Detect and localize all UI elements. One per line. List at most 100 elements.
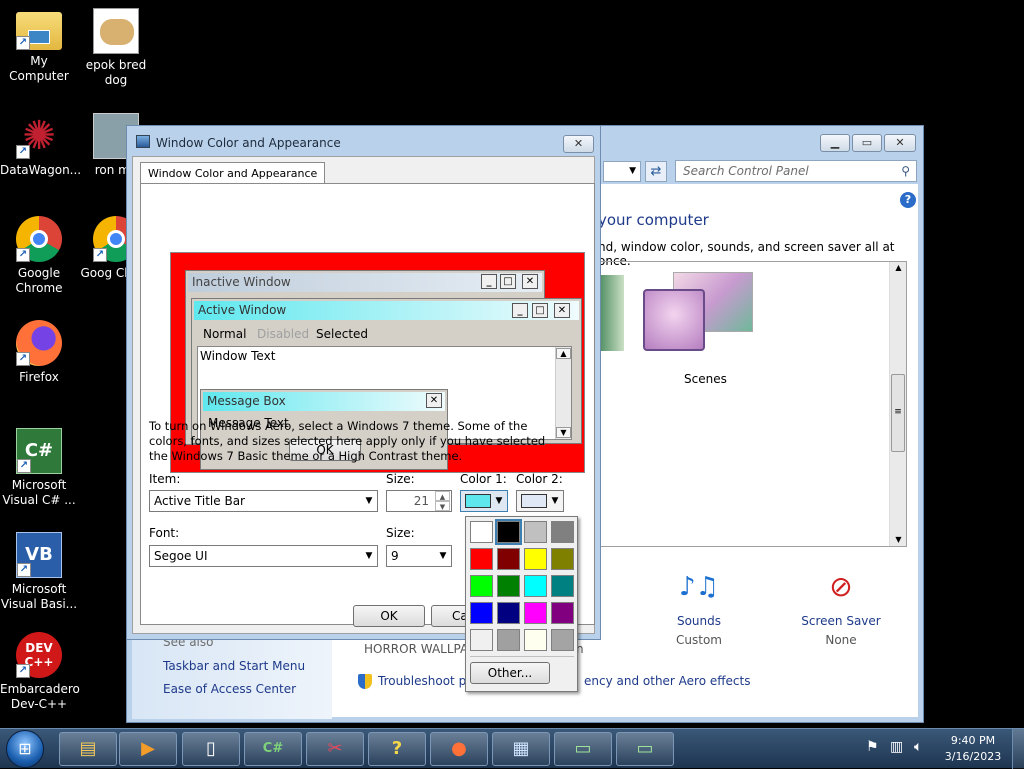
themes-list[interactable]: Scenes ▲ ≡ ▼ xyxy=(598,261,907,547)
dialog-app-icon xyxy=(136,135,150,148)
color-swatch[interactable] xyxy=(470,575,493,597)
minimize-button[interactable]: ▁ xyxy=(820,134,850,152)
taskbar-explorer-icon[interactable]: ▤ xyxy=(59,732,117,766)
color-swatch[interactable] xyxy=(497,548,520,570)
desktop-icon-datawagon[interactable]: ✺ ↗ DataWagon... xyxy=(0,113,82,178)
color2-label: Color 2: xyxy=(516,472,563,486)
chevron-down-icon: ▼ xyxy=(439,551,447,561)
tab-window-color[interactable]: Window Color and Appearance xyxy=(140,162,326,184)
search-input[interactable]: Search Control Panel ⚲ xyxy=(675,160,917,182)
color-swatch[interactable] xyxy=(524,602,547,624)
color1-picker[interactable]: ▼ xyxy=(460,490,508,512)
desktop-icon-label: Google Chrome xyxy=(15,266,63,295)
maximize-icon: □ xyxy=(500,274,516,289)
color-swatch[interactable] xyxy=(551,629,574,651)
datawagon-icon: ✺ ↗ xyxy=(16,113,62,159)
color-swatch[interactable] xyxy=(551,548,574,570)
desktop-icon-visual-csharp[interactable]: C# ↗ Microsoft Visual C# ... xyxy=(0,428,78,508)
close-icon: ✕ xyxy=(554,303,570,318)
color-swatch[interactable] xyxy=(497,629,520,651)
stepper-down-icon[interactable]: ▼ xyxy=(435,501,450,511)
desktop-icon-visual-basic[interactable]: VB ↗ Microsoft Visual Basi... xyxy=(0,532,78,612)
desktop-icon-label: DataWagon... xyxy=(0,163,82,177)
color-swatch[interactable] xyxy=(497,602,520,624)
clock-time[interactable]: 9:40 PM xyxy=(948,734,998,747)
color-swatch[interactable] xyxy=(524,629,547,651)
message-box-title-bar: Message Box xyxy=(203,392,445,411)
color-swatch[interactable] xyxy=(551,521,574,543)
show-desktop-button[interactable] xyxy=(1012,729,1024,769)
color-swatch[interactable] xyxy=(470,629,493,651)
taskbar-display-icon[interactable]: ▭ xyxy=(554,732,612,766)
sounds-item[interactable]: ♪♫ Sounds Custom xyxy=(664,564,734,647)
desktop-icon-my-computer[interactable]: ↗ My Computer xyxy=(0,8,78,84)
font-size-select[interactable]: 9 ▼ xyxy=(386,545,452,567)
troubleshoot-link[interactable]: Troubleshoot pro xyxy=(378,674,478,688)
troubleshoot-link-suffix[interactable]: ency and other Aero effects xyxy=(584,674,750,688)
network-icon[interactable]: ▥ xyxy=(890,739,903,755)
taskbar-display-settings-icon[interactable]: ▭ xyxy=(616,732,674,766)
desktop-icon-dev-cpp[interactable]: DEV C++ ↗ Embarcadero Dev-C++ xyxy=(0,632,80,712)
shield-icon xyxy=(358,674,372,689)
color-swatch[interactable] xyxy=(495,519,522,545)
screensaver-item[interactable]: ⊘ Screen Saver None xyxy=(796,564,886,647)
color2-picker[interactable]: ▼ xyxy=(516,490,564,512)
action-center-flag-icon[interactable]: ⚑ xyxy=(866,739,879,755)
chevron-down-icon: ▼ xyxy=(551,496,559,506)
taskbar-notepad-icon[interactable]: ▯ xyxy=(182,732,240,766)
item-select[interactable]: Active Title Bar ▼ xyxy=(149,490,378,512)
chrome-icon: ↗ xyxy=(16,216,62,262)
color-swatch[interactable] xyxy=(551,575,574,597)
link-ease-of-access[interactable]: Ease of Access Center xyxy=(163,682,296,696)
taskbar-snipping-tool-icon[interactable]: ✂ xyxy=(306,732,364,766)
close-button[interactable]: ✕ xyxy=(884,134,916,152)
volume-icon[interactable]: 🔈︎ xyxy=(914,739,922,755)
desktop-icon-google-chrome[interactable]: ↗ Google Chrome xyxy=(0,216,78,296)
color-swatch[interactable] xyxy=(470,548,493,570)
screensaver-icon: ⊘ xyxy=(829,570,853,603)
address-bar-dropdown[interactable]: ▼ xyxy=(603,161,641,182)
color1-swatch xyxy=(465,494,491,508)
ok-button[interactable]: OK xyxy=(353,605,425,627)
taskbar-firefox-icon[interactable]: ● xyxy=(430,732,488,766)
dialog-close-button[interactable]: ✕ xyxy=(563,135,594,153)
color-swatch[interactable] xyxy=(497,575,520,597)
other-color-button[interactable]: Other... xyxy=(470,662,550,684)
link-taskbar-start-menu[interactable]: Taskbar and Start Menu xyxy=(163,659,305,673)
color-swatch[interactable] xyxy=(524,575,547,597)
color-palette-popup[interactable]: Other... xyxy=(465,516,578,692)
firefox-icon: ↗ xyxy=(16,320,62,366)
color-swatch[interactable] xyxy=(524,548,547,570)
dev-cpp-icon: DEV C++ ↗ xyxy=(16,632,62,678)
desktop-icon-epok-bred-dog[interactable]: epok bred dog xyxy=(77,8,155,88)
desktop-icon-label: Firefox xyxy=(19,370,59,384)
color-swatch[interactable] xyxy=(524,521,547,543)
taskbar-control-panel-icon[interactable]: ▦ xyxy=(492,732,550,766)
font-select[interactable]: Segoe UI ▼ xyxy=(149,545,378,567)
stepper-up-icon[interactable]: ▲ xyxy=(435,491,450,501)
wallpaper-label: HORROR WALLPAF xyxy=(364,642,476,656)
palette-divider xyxy=(470,656,574,657)
desktop-icon-label: My Computer xyxy=(9,54,69,83)
desktop-icon-firefox[interactable]: ↗ Firefox xyxy=(0,320,78,385)
taskbar-visual-csharp-icon[interactable]: C# xyxy=(244,732,302,766)
start-button[interactable]: ⊞ xyxy=(6,730,44,768)
item-size-stepper[interactable]: 21 ▲ ▼ xyxy=(386,490,452,512)
item-label: Item: xyxy=(149,472,181,486)
taskbar-media-player-icon[interactable]: ▶ xyxy=(119,732,177,766)
theme-thumbnail-partial[interactable] xyxy=(599,275,624,351)
color-swatch[interactable] xyxy=(551,602,574,624)
taskbar-help-icon[interactable]: ? xyxy=(368,732,426,766)
maximize-button[interactable]: ▭ xyxy=(852,134,882,152)
color-swatch[interactable] xyxy=(470,602,493,624)
sounds-label: Sounds xyxy=(676,614,722,628)
color-swatch[interactable] xyxy=(470,521,493,543)
vertical-scrollbar[interactable]: ▲ ≡ ▼ xyxy=(889,262,906,546)
clock-date[interactable]: 3/16/2023 xyxy=(942,750,1004,763)
refresh-icon[interactable]: ⇄ xyxy=(645,161,667,182)
dialog-title: Window Color and Appearance xyxy=(156,136,341,150)
aero-info-text: To turn on Windows Aero, select a Window… xyxy=(149,419,546,463)
theme-scenes-stack[interactable] xyxy=(643,272,763,352)
help-icon[interactable]: ? xyxy=(900,192,916,208)
search-placeholder: Search Control Panel xyxy=(683,164,809,178)
